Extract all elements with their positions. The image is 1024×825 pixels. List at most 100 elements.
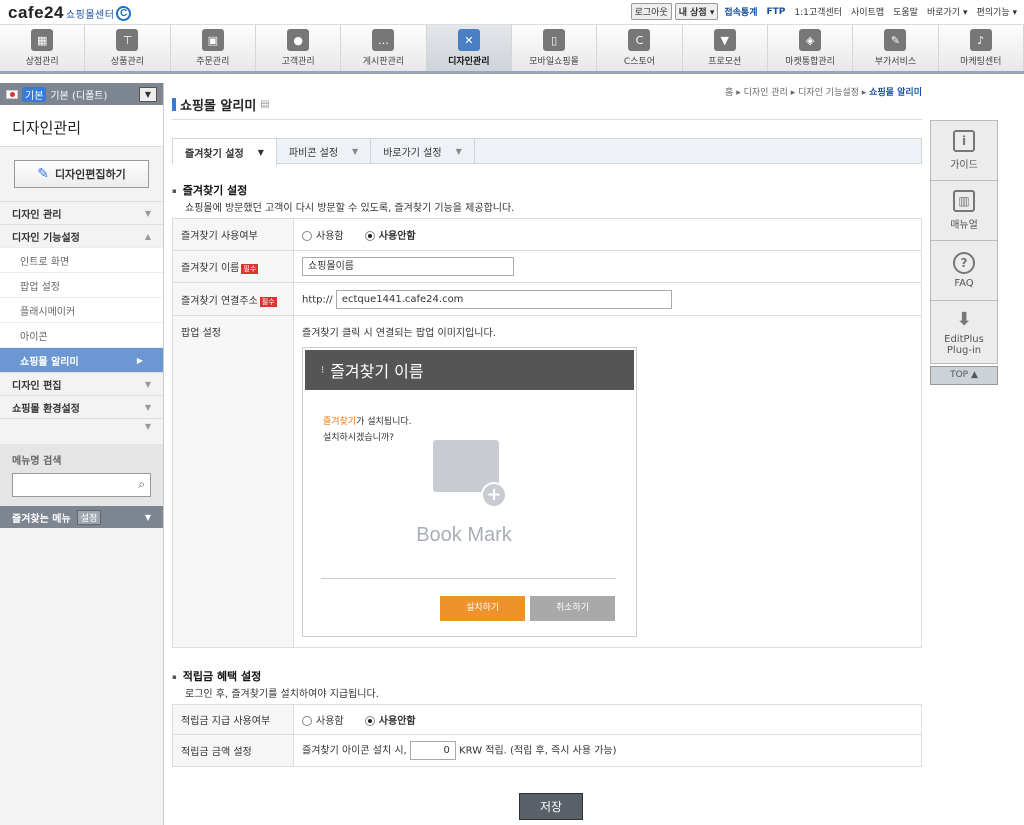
reward-use-radio-off[interactable]: 사용안함 <box>364 716 416 727</box>
menu-customer[interactable]: ● 고객관리 <box>256 25 342 71</box>
menu-product[interactable]: ⊤ 상품관리 <box>85 25 171 71</box>
reward-amount-input[interactable]: 0 <box>409 741 456 760</box>
promotion-icon: ▼ <box>713 29 736 51</box>
cube-icon: ◈ <box>799 29 822 51</box>
sidebar-sub-intro[interactable]: 인트로 화면 <box>0 247 163 272</box>
menu-design[interactable]: ✕ 디자인관리 <box>426 25 512 71</box>
faq-button[interactable]: ? FAQ <box>930 240 998 300</box>
bookmark-url-label: 즐겨찾기 연결주소 필수 <box>172 282 294 316</box>
tab-shortcut[interactable]: 바로가기 설정 ▼ <box>371 139 475 163</box>
breadcrumb-design-manage[interactable]: 디자인 관리 <box>744 88 788 98</box>
sidebar-item-shop-env[interactable]: 쇼핑몰 환경설정 ▼ <box>0 395 163 418</box>
reward-use-radio-on[interactable]: 사용함 <box>302 716 344 727</box>
save-button[interactable]: 저장 <box>519 793 583 820</box>
menu-store[interactable]: ▦ 상점관리 <box>0 25 86 71</box>
support-link[interactable]: 1:1고객센터 <box>791 4 845 19</box>
sidebar-item-design-manage[interactable]: 디자인 관리 ▼ <box>0 201 163 224</box>
popup-cancel-button[interactable]: 취소하기 <box>530 596 615 621</box>
editplus-button[interactable]: ⬇ EditPlus Plug-in <box>930 300 998 364</box>
c-store-icon: C <box>628 29 651 51</box>
popup-setting-label: 팝업 설정 <box>172 315 294 648</box>
tab-bookmark[interactable]: 즐겨찾기 설정 ▼ <box>173 139 277 166</box>
logout-link[interactable]: 로그아웃 <box>630 3 672 20</box>
skin-dropdown-icon[interactable]: ▼ <box>139 86 157 102</box>
bookmark-url-input[interactable]: ectque1441.cafe24.com <box>335 289 672 309</box>
chat-icon: … <box>372 29 395 51</box>
breadcrumb-current: 쇼핑몰 알리미 <box>869 88 922 98</box>
bookmark-name-input[interactable]: 쇼핑몰이름 <box>302 257 514 276</box>
popup-message: 즐겨찾기가 설치됩니다. 설치하시겠습니까? <box>323 417 412 443</box>
plus-icon: + <box>481 482 507 508</box>
menu-marketing[interactable]: ♪ 마케팅센터 <box>939 25 1024 71</box>
skin-name: 기본 (디폴트) <box>50 90 108 102</box>
design-edit-label: 디자인편집하기 <box>54 168 126 181</box>
breadcrumb-home[interactable]: 홈 <box>725 88 733 98</box>
reward-use-label: 적립금 지급 사용여부 <box>172 704 294 735</box>
chevron-down-icon: ▼ <box>144 402 151 412</box>
reward-settings-table: 적립금 지급 사용여부 사용함 사용안함 적립금 금액 설정 즐겨찾기 아이콘 … <box>172 704 922 767</box>
sidebar-sub-flashmaker[interactable]: 플래시메이커 <box>0 297 163 322</box>
mobile-icon: ▯ <box>543 29 566 51</box>
favorite-settings-button[interactable]: 설정 <box>76 509 102 525</box>
breadcrumb-design-function[interactable]: 디자인 기능설정 <box>798 88 859 98</box>
manual-small-icon[interactable]: ▤ <box>260 99 269 110</box>
menu-search: 메뉴명 검색 ⌕ <box>0 444 163 506</box>
design-edit-button[interactable]: ✎ 디자인편집하기 <box>14 160 149 188</box>
my-store-link[interactable]: 내 상점 ▾ <box>674 3 719 20</box>
sidebar-sub-popup[interactable]: 팝업 설정 <box>0 272 163 297</box>
section-reward-desc: 로그인 후, 즐겨찾기를 설치하여야 지급됩니다. <box>185 689 379 700</box>
c-logo-icon: C <box>116 6 132 22</box>
manual-button[interactable]: ▥ 매뉴얼 <box>930 180 998 240</box>
popup-install-button[interactable]: 설치하기 <box>440 596 525 621</box>
manual-icon: ▥ <box>953 190 975 212</box>
bookmark-popup-preview: ⁝ 즐겨찾기 이름 즐겨찾기가 설치됩니다. 설치하시겠습니까? + Book M… <box>302 347 637 637</box>
menu-addon[interactable]: ✎ 부가서비스 <box>853 25 939 71</box>
guide-button[interactable]: i 가이드 <box>930 120 998 180</box>
shortcut-link[interactable]: 바로가기 ▾ <box>924 4 971 19</box>
ftp-link[interactable]: FTP <box>764 6 789 18</box>
chevron-down-icon: ▼ <box>352 146 359 156</box>
menu-mobile[interactable]: ▯ 모바일쇼핑몰 <box>512 25 598 71</box>
required-badge: 필수 <box>259 296 277 307</box>
chevron-down-icon: ▼ <box>144 422 151 431</box>
tab-bar: 즐겨찾기 설정 ▼ 파비콘 설정 ▼ 바로가기 설정 ▼ <box>172 138 922 166</box>
sidebar: 기본 기본 (디폴트) ▼ 디자인관리 ✎ 디자인편집하기 디자인 관리 ▼ 디자… <box>0 83 164 825</box>
microphone-icon: ♪ <box>969 29 992 51</box>
sitemap-link[interactable]: 사이트맵 <box>848 4 887 19</box>
menu-market[interactable]: ◈ 마켓통합관리 <box>768 25 854 71</box>
sidebar-collapse[interactable]: ▼ <box>0 418 163 434</box>
favorite-menu-label: 즐겨찾는 메뉴 <box>12 513 71 525</box>
menu-promotion[interactable]: ▼ 프로모션 <box>683 25 768 71</box>
bookmark-use-radio-on[interactable]: 사용함 <box>302 231 344 242</box>
search-icon[interactable]: ⌕ <box>138 477 145 492</box>
bookmark-use-radio-off[interactable]: 사용안함 <box>364 231 416 242</box>
box-icon: ▣ <box>201 29 224 51</box>
menu-board[interactable]: … 게시판관리 <box>341 25 427 71</box>
person-icon: ● <box>287 29 310 51</box>
chevron-down-icon: ▼ <box>455 146 462 156</box>
menu-cstore[interactable]: C C스토어 <box>597 25 683 71</box>
menu-order[interactable]: ▣ 주문관리 <box>171 25 256 71</box>
right-panel: i 가이드 ▥ 매뉴얼 ? FAQ ⬇ EditPlus Plug-in TOP ▲ <box>930 120 998 385</box>
stats-link[interactable]: 접속통계 <box>721 4 760 19</box>
help-link[interactable]: 도움말 <box>890 4 921 19</box>
top-button[interactable]: TOP ▲ <box>930 366 998 385</box>
popup-divider <box>321 578 616 579</box>
design-tools-icon: ✕ <box>457 29 480 51</box>
chevron-up-icon: ▲ <box>144 231 151 241</box>
chevron-down-icon[interactable]: ▼ <box>145 513 151 522</box>
sidebar-item-design-function[interactable]: 디자인 기능설정 ▲ <box>0 224 163 247</box>
bookmark-illustration: + Book Mark <box>409 440 519 552</box>
sidebar-item-design-edit[interactable]: 디자인 편집 ▼ <box>0 372 163 395</box>
page-title: 쇼핑몰 알리미 ▤ <box>172 95 270 114</box>
cafe24-logo[interactable]: cafe24 쇼핑몰센터 C <box>8 3 132 23</box>
convenience-link[interactable]: 편의기능 ▾ <box>973 4 1020 19</box>
skin-selector[interactable]: 기본 기본 (디폴트) ▼ <box>0 83 163 105</box>
favorite-menu-bar: 즐겨찾는 메뉴 설정 ▼ <box>0 506 163 528</box>
sidebar-sub-icon[interactable]: 아이콘 <box>0 322 163 347</box>
sidebar-sub-shop-notifier[interactable]: 쇼핑몰 알리미 ▶ <box>0 347 163 372</box>
divider <box>172 119 922 120</box>
menu-search-input[interactable]: ⌕ <box>12 473 151 497</box>
tab-favicon[interactable]: 파비콘 설정 ▼ <box>277 139 372 163</box>
section-bookmark-title: 즐겨찾기 설정 <box>172 182 248 198</box>
